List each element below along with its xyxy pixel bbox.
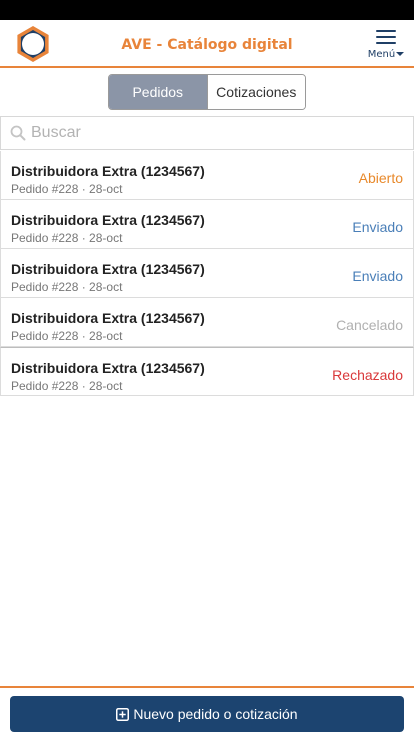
order-status: Rechazado (332, 367, 403, 383)
order-status: Abierto (358, 170, 403, 186)
order-status: Enviado (352, 268, 403, 284)
order-row[interactable]: Distribuidora Extra (1234567) Pedido #22… (0, 200, 414, 249)
menu-label: Menú (367, 49, 396, 60)
new-button-label: Nuevo pedido o cotización (133, 706, 298, 722)
order-row[interactable]: Distribuidora Extra (1234567) Pedido #22… (0, 249, 414, 298)
order-client-name: Distribuidora Extra (1234567) (11, 163, 205, 179)
tab-pedidos[interactable]: Pedidos (109, 75, 207, 109)
search-icon (10, 125, 26, 141)
hamburger-icon (376, 30, 396, 46)
order-detail: Pedido #228 · 28-oct (11, 329, 123, 343)
order-client-name: Distribuidora Extra (1234567) (11, 212, 205, 228)
order-row[interactable]: Distribuidora Extra (1234567) Pedido #22… (0, 298, 414, 347)
app-title: AVE - Catálogo digital (121, 37, 293, 53)
search-bar (0, 116, 414, 150)
order-client-name: Distribuidora Extra (1234567) (11, 261, 205, 277)
order-row[interactable]: Distribuidora Extra (1234567) Pedido #22… (0, 151, 414, 200)
order-status: Enviado (352, 219, 403, 235)
search-input[interactable] (31, 120, 401, 146)
device-status-bar (0, 0, 414, 20)
order-status: Cancelado (336, 317, 403, 333)
orders-list: Distribuidora Extra (1234567) Pedido #22… (0, 151, 414, 396)
tab-cotizaciones[interactable]: Cotizaciones (206, 75, 305, 109)
footer-bar: Nuevo pedido o cotización (0, 686, 414, 736)
order-detail: Pedido #228 · 28-oct (11, 182, 123, 196)
caret-down-icon (396, 52, 405, 56)
plus-square-icon (116, 707, 130, 721)
order-client-name: Distribuidora Extra (1234567) (11, 360, 205, 376)
order-detail: Pedido #228 · 28-oct (11, 379, 123, 393)
order-detail: Pedido #228 · 28-oct (11, 280, 123, 294)
new-order-or-quote-button[interactable]: Nuevo pedido o cotización (10, 696, 404, 732)
order-detail: Pedido #228 · 28-oct (11, 231, 123, 245)
order-client-name: Distribuidora Extra (1234567) (11, 310, 205, 326)
app-header: AVE - Catálogo digital Menú (0, 20, 414, 68)
orders-quotes-toggle: Pedidos Cotizaciones (108, 74, 306, 110)
order-row[interactable]: Distribuidora Extra (1234567) Pedido #22… (0, 347, 414, 396)
menu-button[interactable]: Menú (366, 28, 406, 62)
